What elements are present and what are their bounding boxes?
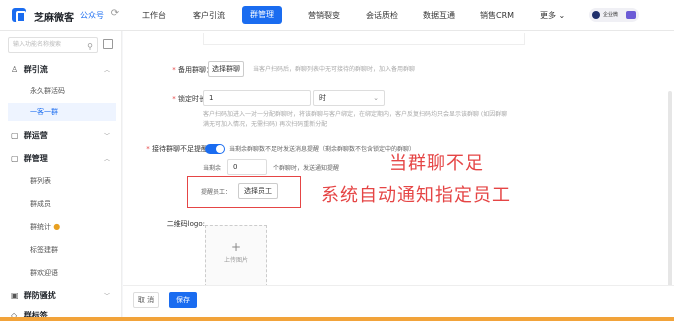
- person-icon: ♙: [11, 65, 19, 74]
- sidebar-group-anti-harassment[interactable]: ▣ 群防骚扰: [11, 290, 56, 301]
- sidebar-item-one-customer-one-group[interactable]: 一客一群: [8, 103, 116, 121]
- remain-count-input[interactable]: 0: [227, 159, 267, 175]
- lock-duration-hint-line1: 客户扫码加进入一对一分配群聊时，将该群聊与客户绑定，在绑定期内，客户反复扫码均只…: [203, 111, 508, 118]
- scrollbar[interactable]: [668, 91, 672, 291]
- nav-sales-crm[interactable]: 销售CRM: [480, 10, 514, 21]
- lock-unit-select[interactable]: 时 ⌄: [313, 90, 385, 106]
- lock-unit-value: 时: [319, 94, 326, 102]
- save-button[interactable]: 保存: [169, 292, 197, 308]
- backup-group-label: * 备用群聊：: [172, 66, 213, 74]
- sidebar-group-group-operation[interactable]: ▢ 群运营: [11, 130, 48, 141]
- lock-duration-input[interactable]: 1: [203, 90, 311, 106]
- top-navigation-bar: 芝麻微客 公众号 ⟳ 工作台 客户引流 群管理 营销裂变 会话质检 数据互通 销…: [0, 0, 674, 31]
- reception-shortage-label: * 接待群聊不足提醒：: [146, 145, 215, 153]
- chevron-down-icon: ⌄: [558, 11, 566, 20]
- chevron-down-icon[interactable]: ﹀: [104, 291, 110, 300]
- nav-group-management[interactable]: 群管理: [242, 6, 282, 24]
- sidebar-group-group-management[interactable]: ▢ 群管理: [11, 153, 48, 164]
- chevron-up-icon[interactable]: ︿: [104, 154, 110, 163]
- chat-icon: ▢: [11, 131, 19, 140]
- nav-more[interactable]: 更多 ⌄: [540, 10, 565, 21]
- reminder-description: 当剩余群聊数不足时发送消息提醒（剩余群聊数不包含锁定中的群聊）: [229, 146, 416, 153]
- sidebar-item-group-welcome[interactable]: 群欢迎语: [30, 268, 58, 278]
- corp-label: 企业微: [603, 12, 619, 18]
- nav-marketing-fission[interactable]: 营销裂变: [308, 10, 340, 21]
- qr-logo-label: 二维码logo:: [166, 220, 205, 228]
- sidebar-item-group-list[interactable]: 群列表: [30, 176, 51, 186]
- sidebar-group-label: 群防骚扰: [23, 291, 56, 300]
- cancel-button[interactable]: 取 消: [133, 292, 159, 308]
- enterprise-account-badge[interactable]: 企业微: [589, 8, 639, 22]
- main-content: * 备用群聊： 选择群聊 当客户扫码后，群聊列表中无可接待的群聊时，加入备用群聊…: [123, 31, 674, 321]
- reminder-staff-label: 提醒员工：: [201, 189, 232, 196]
- search-input[interactable]: 输入功能名称搜索 ⚲: [8, 37, 98, 53]
- sidebar-item-label: 一客一群: [30, 108, 58, 116]
- search-placeholder: 输入功能名称搜索: [13, 41, 62, 48]
- nav-more-label: 更多: [540, 11, 556, 20]
- refresh-icon[interactable]: ⟳: [108, 8, 122, 22]
- verified-tag-icon: [626, 11, 636, 19]
- collapse-sidebar-icon[interactable]: [103, 39, 113, 49]
- sidebar-group-label: 群管理: [23, 154, 48, 163]
- sidebar: 输入功能名称搜索 ⚲ ♙ 群引流 ︿ 永久群活码 一客一群 ▢ 群运营 ﹀ ▢ …: [0, 31, 122, 321]
- sidebar-item-permanent-qrcode[interactable]: 永久群活码: [30, 86, 65, 96]
- hot-icon: ●: [53, 222, 61, 231]
- official-account-link[interactable]: 公众号: [80, 10, 104, 21]
- sidebar-item-label: 群统计: [30, 223, 51, 231]
- avatar: [592, 11, 600, 19]
- chevron-up-icon[interactable]: ︿: [104, 65, 110, 74]
- bottom-accent-strip: [0, 317, 674, 321]
- upload-image-button[interactable]: + 上传图片: [205, 225, 267, 287]
- sidebar-group-label: 群引流: [23, 65, 48, 74]
- reminder-toggle[interactable]: [205, 144, 225, 154]
- app-logo-icon: [12, 8, 26, 23]
- upload-image-label: 上传图片: [223, 257, 248, 264]
- select-staff-button[interactable]: 选择员工: [238, 183, 278, 199]
- shield-icon: ▣: [11, 291, 19, 300]
- nav-customer-acquisition[interactable]: 客户引流: [193, 10, 225, 21]
- annotation-line2: 系统自动通知指定员工: [321, 185, 511, 206]
- backup-group-hint: 当客户扫码后，群聊列表中无可接待的群聊时，加入备用群聊: [253, 66, 416, 73]
- sidebar-group-label: 群运营: [23, 131, 48, 140]
- annotation-line1: 当群聊不足: [389, 153, 484, 174]
- form-footer: 取 消 保存: [123, 285, 674, 321]
- remain-prefix: 当剩余: [203, 165, 222, 172]
- brand-name: 芝麻微客: [34, 13, 74, 24]
- sidebar-item-group-stats[interactable]: 群统计 ●: [30, 222, 60, 232]
- sidebar-group-group-acquisition[interactable]: ♙ 群引流: [11, 64, 48, 75]
- nav-workbench[interactable]: 工作台: [142, 10, 166, 21]
- nav-session-inspection[interactable]: 会话质检: [366, 10, 398, 21]
- search-icon[interactable]: ⚲: [87, 40, 93, 54]
- sidebar-item-group-members[interactable]: 群成员: [30, 199, 51, 209]
- chevron-down-icon: ⌄: [373, 94, 379, 102]
- nav-data-interop[interactable]: 数据互通: [423, 10, 455, 21]
- chevron-down-icon[interactable]: ﹀: [104, 131, 110, 140]
- lock-duration-hint-line2: 满无可加入情况，无需扫码) 再次扫码重新分配: [203, 121, 328, 128]
- select-group-button[interactable]: 选择群聊: [208, 61, 244, 77]
- chat-icon: ▢: [11, 154, 19, 163]
- plus-icon: +: [230, 240, 242, 254]
- sidebar-item-tag-group[interactable]: 标签建群: [30, 245, 58, 255]
- previous-section-edge: [203, 33, 525, 45]
